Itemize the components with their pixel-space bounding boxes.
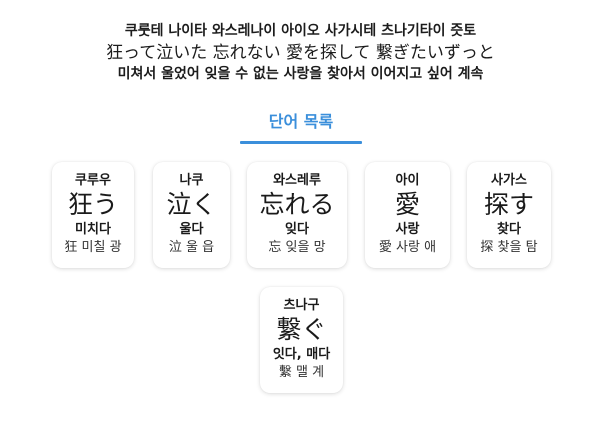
word-reading: 와스레루 bbox=[273, 173, 321, 188]
word-hanja: 繫 맬 계 bbox=[278, 365, 325, 380]
word-card[interactable]: 아이 愛 사랑 愛 사랑 애 bbox=[365, 162, 450, 268]
word-hanja: 泣 울 읍 bbox=[168, 240, 215, 255]
word-japanese: 探す bbox=[483, 190, 534, 219]
word-japanese: 忘れる bbox=[259, 190, 335, 219]
word-hanja: 狂 미칠 광 bbox=[64, 240, 122, 255]
word-card[interactable]: 쿠루우 狂う 미치다 狂 미칠 광 bbox=[52, 162, 134, 268]
word-card[interactable]: 와스레루 忘れる 잊다 忘 잊을 망 bbox=[247, 162, 347, 268]
word-reading: 아이 bbox=[395, 173, 420, 188]
word-hanja: 忘 잊을 망 bbox=[268, 240, 326, 255]
word-hanja: 探 찾을 탐 bbox=[480, 240, 538, 255]
word-japanese: 狂う bbox=[67, 190, 118, 219]
word-reading: 쿠루우 bbox=[75, 173, 111, 188]
word-meaning: 잇다, 매다 bbox=[272, 347, 331, 362]
word-hanja: 愛 사랑 애 bbox=[378, 240, 437, 255]
word-reading: 사가스 bbox=[491, 173, 527, 188]
word-japanese: 泣く bbox=[166, 190, 217, 219]
word-japanese: 繋ぐ bbox=[276, 315, 327, 344]
word-meaning: 울다 bbox=[179, 222, 204, 237]
word-meaning: 찾다 bbox=[497, 222, 521, 237]
page: 쿠룻테 나이타 와스레나이 아이오 사가시테 츠나기타이 즛토 狂って泣いた 忘… bbox=[0, 0, 601, 441]
word-card[interactable]: 츠나구 繋ぐ 잇다, 매다 繫 맬 계 bbox=[260, 287, 343, 393]
lyrics-translation: 미쳐서 울었어 잊을 수 없는 사랑을 찾아서 이어지고 싶어 계속 bbox=[117, 66, 484, 82]
section-title-underline bbox=[240, 141, 362, 144]
section-title: 단어 목록 bbox=[268, 112, 334, 131]
lyrics-block: 쿠룻테 나이타 와스레나이 아이오 사가시테 츠나기타이 즛토 狂って泣いた 忘… bbox=[0, 22, 601, 84]
lyrics-japanese: 狂って泣いた 忘れない 愛を探して 繋ぎたいずっと bbox=[106, 43, 495, 63]
lyrics-pronunciation: 쿠룻테 나이타 와스레나이 아이오 사가시테 츠나기타이 즛토 bbox=[124, 23, 477, 39]
word-meaning: 사랑 bbox=[395, 222, 420, 237]
word-card[interactable]: 사가스 探す 찾다 探 찾을 탐 bbox=[467, 162, 551, 268]
word-reading: 나쿠 bbox=[179, 173, 204, 188]
word-card[interactable]: 나쿠 泣く 울다 泣 울 읍 bbox=[153, 162, 230, 268]
word-meaning: 미치다 bbox=[75, 222, 111, 237]
word-reading: 츠나구 bbox=[283, 298, 320, 313]
word-meaning: 잊다 bbox=[285, 222, 309, 237]
word-japanese: 愛 bbox=[394, 190, 420, 219]
